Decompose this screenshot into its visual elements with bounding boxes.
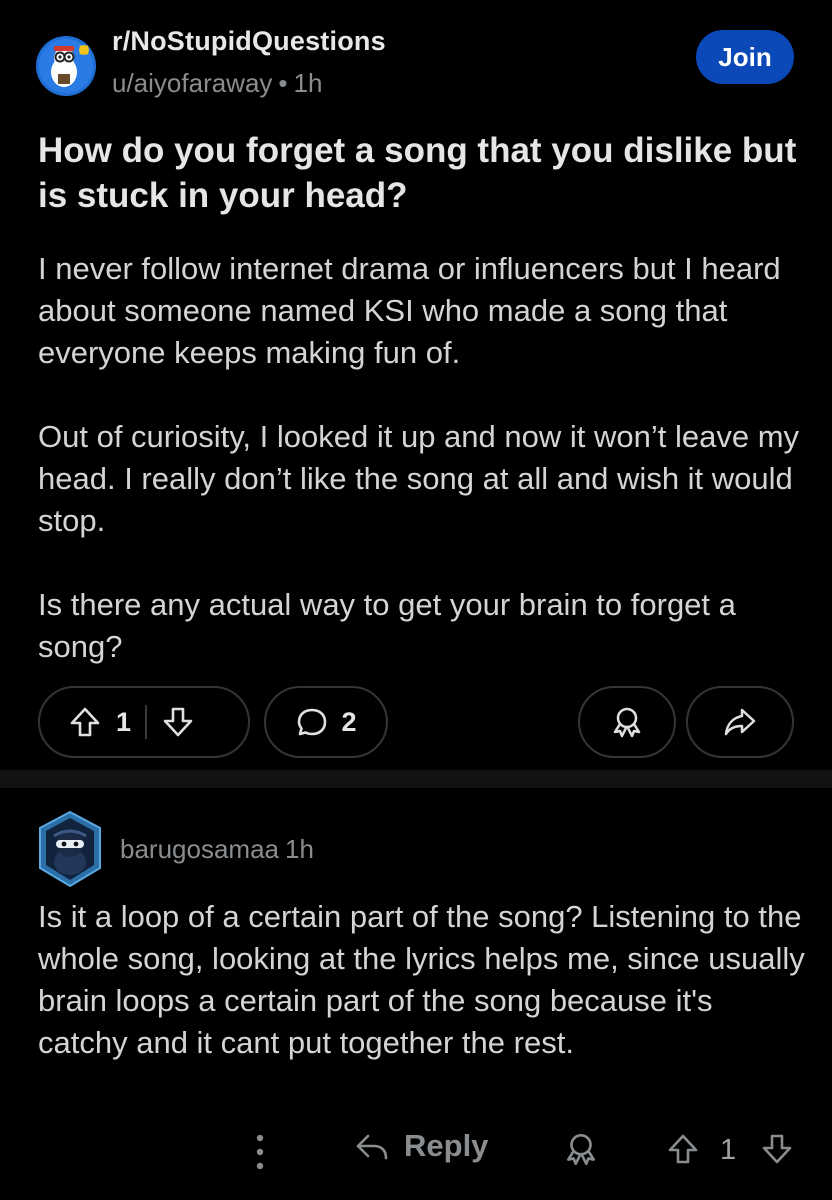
share-arrow-icon [722, 704, 758, 740]
reply-button[interactable]: Reply [354, 1128, 488, 1164]
upvote-arrow-icon[interactable] [666, 1132, 700, 1166]
post-paragraph: Out of curiosity, I looked it up and now… [38, 419, 800, 538]
share-button[interactable] [686, 686, 794, 758]
award-button[interactable] [578, 686, 676, 758]
post-paragraph: Is there any actual way to get your brai… [38, 587, 736, 664]
vote-separator [145, 705, 148, 739]
comment-actions: Reply 1 [0, 1118, 832, 1188]
post-meta: u/aiyofaraway • 1h [112, 68, 322, 99]
subreddit-avatar-icon[interactable] [36, 36, 96, 96]
comment-bubble-icon [295, 705, 329, 739]
post-card: r/NoStupidQuestions u/aiyofaraway • 1h Joi… [0, 0, 832, 770]
comment-body: Is it a loop of a certain part of the so… [38, 899, 805, 1060]
comment-vote-count: 1 [720, 1134, 737, 1166]
more-vertical-icon[interactable] [250, 1130, 270, 1174]
section-divider [0, 770, 832, 788]
comment-card: barugosamaa 1h Is it a loop of a certain … [0, 788, 832, 1200]
award-icon[interactable] [562, 1130, 600, 1168]
reply-label: Reply [404, 1128, 489, 1163]
comment-age: 1h [285, 834, 314, 864]
award-icon [609, 704, 645, 740]
vote-bar: 1 [38, 686, 250, 758]
post-age: 1h [293, 68, 323, 98]
subreddit-name[interactable]: r/NoStupidQuestions [112, 26, 386, 57]
upvote-arrow-icon[interactable] [68, 705, 102, 739]
reply-arrow-icon [354, 1128, 390, 1164]
post-author[interactable]: u/aiyofaraway [112, 68, 272, 98]
comment-count: 2 [341, 706, 357, 737]
comments-button[interactable]: 2 [264, 686, 388, 758]
downvote-arrow-icon[interactable] [161, 705, 195, 739]
join-button[interactable]: Join [696, 30, 794, 84]
post-title[interactable]: How do you forget a song that you dislik… [38, 128, 808, 218]
comment-meta: barugosamaa 1h [120, 834, 314, 865]
post-paragraph: I never follow internet drama or influen… [38, 251, 781, 370]
post-vote-count: 1 [116, 706, 132, 737]
downvote-arrow-icon[interactable] [760, 1132, 794, 1166]
meta-separator: • [278, 68, 288, 98]
comment-username[interactable]: barugosamaa [120, 834, 279, 864]
post-body: I never follow internet drama or influen… [38, 248, 808, 668]
user-avatar-icon[interactable] [36, 810, 104, 888]
